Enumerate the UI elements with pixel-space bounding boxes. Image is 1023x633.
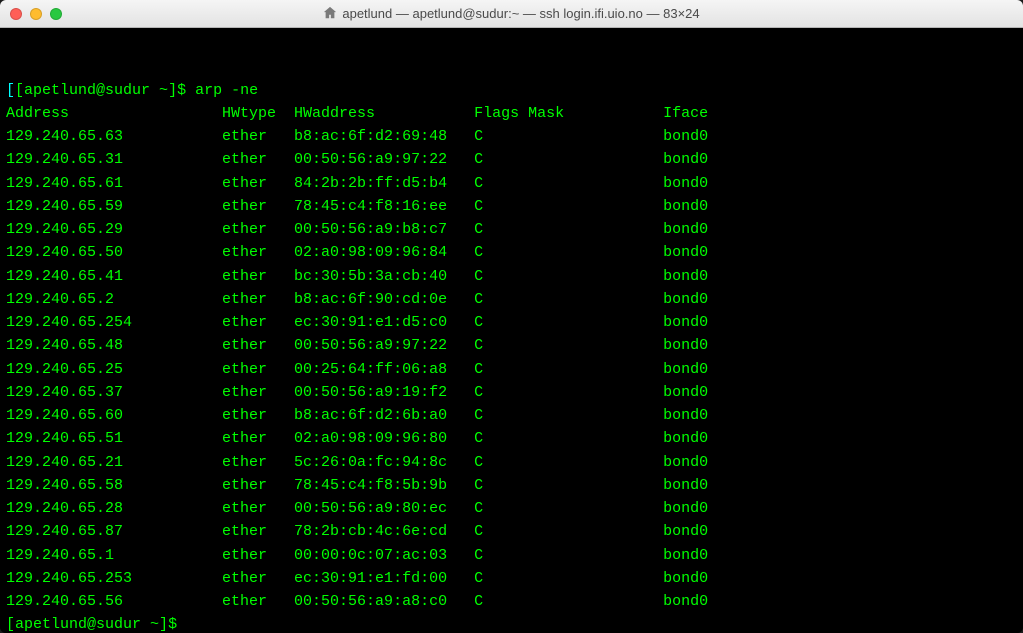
arp-row: 129.240.65.51 ether 02:a0:98:09:96:80 C … [6, 427, 1017, 450]
arp-row: 129.240.65.87 ether 78:2b:cb:4c:6e:cd C … [6, 520, 1017, 543]
arp-row: 129.240.65.254 ether ec:30:91:e1:d5:c0 C… [6, 311, 1017, 334]
arp-row: 129.240.65.60 ether b8:ac:6f:d2:6b:a0 C … [6, 404, 1017, 427]
title-ssh: apetlund@sudur:~ [412, 6, 519, 21]
arp-row: 129.240.65.50 ether 02:a0:98:09:96:84 C … [6, 241, 1017, 264]
arp-row: 129.240.65.58 ether 78:45:c4:f8:5b:9b C … [6, 474, 1017, 497]
prompt-user-host: apetlund@sudur ~ [24, 82, 168, 99]
prompt-close-bracket: ] [168, 82, 177, 99]
terminal-output[interactable]: [[apetlund@sudur ~]$ arp -neAddress HWty… [0, 28, 1023, 633]
arp-row: 129.240.65.253 ether ec:30:91:e1:fd:00 C… [6, 567, 1017, 590]
minimize-button[interactable] [30, 8, 42, 20]
prompt-open-bracket: [ [15, 82, 24, 99]
zoom-button[interactable] [50, 8, 62, 20]
command: arp -ne [195, 82, 258, 99]
home-icon [323, 6, 337, 20]
prompt-user-host: apetlund@sudur ~ [15, 616, 159, 633]
arp-row: 129.240.65.28 ether 00:50:56:a9:80:ec C … [6, 497, 1017, 520]
arp-row: 129.240.65.48 ether 00:50:56:a9:97:22 C … [6, 334, 1017, 357]
arp-row: 129.240.65.37 ether 00:50:56:a9:19:f2 C … [6, 381, 1017, 404]
prompt-dollar: $ [168, 616, 186, 633]
arp-row: 129.240.65.29 ether 00:50:56:a9:b8:c7 C … [6, 218, 1017, 241]
title-size: 83×24 [663, 6, 700, 21]
arp-row: 129.240.65.59 ether 78:45:c4:f8:16:ee C … [6, 195, 1017, 218]
prompt-line-idle[interactable]: [apetlund@sudur ~]$ [6, 613, 1017, 633]
arp-row: 129.240.65.1 ether 00:00:0c:07:ac:03 C b… [6, 544, 1017, 567]
titlebar[interactable]: apetlund — apetlund@sudur:~ — ssh login.… [0, 0, 1023, 28]
arp-row: 129.240.65.31 ether 00:50:56:a9:97:22 C … [6, 148, 1017, 171]
arp-row: 129.240.65.21 ether 5c:26:0a:fc:94:8c C … [6, 451, 1017, 474]
prompt-dollar: $ [177, 82, 195, 99]
title-cmd: ssh login.ifi.uio.no [540, 6, 643, 21]
prompt-close-bracket: ] [159, 616, 168, 633]
arp-row: 129.240.65.61 ether 84:2b:2b:ff:d5:b4 C … [6, 172, 1017, 195]
prompt-line: [[apetlund@sudur ~]$ arp -ne [6, 79, 1017, 102]
arp-header: Address HWtype HWaddress Flags Mask Ifac… [6, 102, 1017, 125]
arp-row: 129.240.65.63 ether b8:ac:6f:d2:69:48 C … [6, 125, 1017, 148]
prompt-open-bracket: [ [6, 616, 15, 633]
arp-row: 129.240.65.56 ether 00:50:56:a9:a8:c0 C … [6, 590, 1017, 613]
close-button[interactable] [10, 8, 22, 20]
title-user: apetlund [342, 6, 392, 21]
terminal-window: apetlund — apetlund@sudur:~ — ssh login.… [0, 0, 1023, 633]
arp-row: 129.240.65.25 ether 00:25:64:ff:06:a8 C … [6, 358, 1017, 381]
arp-row: 129.240.65.41 ether bc:30:5b:3a:cb:40 C … [6, 265, 1017, 288]
prompt-open-outer: [ [6, 82, 15, 99]
arp-row: 129.240.65.2 ether b8:ac:6f:90:cd:0e C b… [6, 288, 1017, 311]
window-title: apetlund — apetlund@sudur:~ — ssh login.… [0, 6, 1023, 21]
traffic-lights [10, 8, 62, 20]
